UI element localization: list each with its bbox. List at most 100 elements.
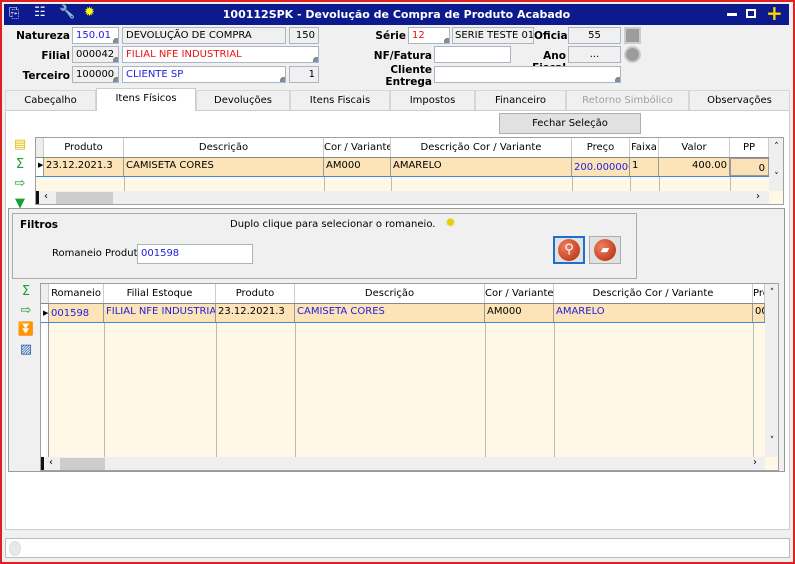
terceiro-label: Terceiro xyxy=(22,70,70,82)
cliente-entrega-label-line1: Cliente xyxy=(390,64,432,76)
tab-retorno-simbolico: Retorno Simbólico xyxy=(566,90,689,110)
serie-label: Série xyxy=(375,30,406,42)
cliente-entrega-label-line2: Entrega xyxy=(385,76,432,88)
cell-cor-variante: AM000 xyxy=(324,158,391,176)
cell-produto: 23.12.2021.3 xyxy=(216,304,295,322)
col-cor-variante[interactable]: Cor / Variante xyxy=(324,138,391,157)
tab-observacoes[interactable]: Observações xyxy=(689,90,790,110)
row-pointer-icon: ▶ xyxy=(36,158,44,176)
cell-descricao: CAMISETA CORES xyxy=(124,158,324,176)
cell-cor-variante: AM000 xyxy=(485,304,554,322)
search-icon: ⚲ xyxy=(558,239,580,261)
plus-icon[interactable]: + xyxy=(766,1,783,25)
ano-fiscal-input[interactable]: ... xyxy=(568,46,621,63)
cliente-entrega-input[interactable] xyxy=(434,66,621,83)
col-produto[interactable]: Produto xyxy=(44,138,124,157)
serie-desc: SERIE TESTE 01.1 xyxy=(452,27,534,44)
title-bar: ⎘ ☷ 🔧 ✹ 100112SPK - Devolução de Compra … xyxy=(4,1,789,25)
tab-impostos[interactable]: Impostos xyxy=(390,90,475,110)
col-preco[interactable]: Preço xyxy=(572,138,630,157)
col-descricao-cor[interactable]: Descrição Cor / Variante xyxy=(391,138,572,157)
terceiro-code-input[interactable]: 100000 xyxy=(72,66,119,83)
natureza-code-input[interactable]: 150.01 xyxy=(72,27,119,44)
col-filial-estoque[interactable]: Filial Estoque xyxy=(104,284,216,303)
filial-code-input[interactable]: 000042 xyxy=(72,46,119,63)
romaneios-grid-header: Romaneio Filial Estoque Produto Descriçã… xyxy=(41,284,765,304)
cell-descricao-cor: AMARELO xyxy=(391,158,572,176)
items-horizontal-scrollbar[interactable]: ‹ › xyxy=(36,191,769,204)
fechar-selecao-button[interactable]: Fechar Seleção xyxy=(499,113,641,134)
natureza-desc: DEVOLUÇÃO DE COMPRA xyxy=(122,27,286,44)
col-descricao-cor[interactable]: Descrição Cor / Variante xyxy=(554,284,753,303)
table-row[interactable]: ▶ 001598 FILIAL NFE INDUSTRIAL 23.12.202… xyxy=(41,304,765,323)
romaneios-grid: Romaneio Filial Estoque Produto Descriçã… xyxy=(40,283,779,471)
cell-valor: 400.00 xyxy=(659,158,730,176)
romaneio-produto-label: Romaneio Produto xyxy=(52,248,144,259)
oficial-label: Oficial xyxy=(534,30,572,42)
add-row-icon[interactable]: ▤ xyxy=(11,137,29,153)
serie-input[interactable]: 12 xyxy=(408,27,450,44)
lightbulb-icon: ✹ xyxy=(445,216,456,231)
cell-romaneio: 001598 xyxy=(49,304,104,322)
table-row[interactable]: ▶ 23.12.2021.3 CAMISETA CORES AM000 AMAR… xyxy=(36,158,769,177)
status-bar xyxy=(5,538,790,558)
col-valor[interactable]: Valor xyxy=(659,138,730,157)
terceiro-num: 1 xyxy=(289,66,319,83)
minimize-button[interactable] xyxy=(727,13,737,16)
cell-descricao-cor: AMARELO xyxy=(554,304,753,322)
sum-icon[interactable]: Σ xyxy=(11,157,29,173)
tab-devolucoes[interactable]: Devoluções xyxy=(196,90,290,110)
items-grid-header: Produto Descrição Cor / Variante Descriç… xyxy=(36,138,769,158)
eraser-icon: ▰ xyxy=(594,239,616,261)
romaneios-vertical-scrollbar[interactable]: ˄ ˅ xyxy=(765,284,778,457)
col-produto[interactable]: Produto xyxy=(216,284,295,303)
expand-down-icon[interactable]: ⏬ xyxy=(17,322,35,338)
tab-financeiro[interactable]: Financeiro xyxy=(475,90,566,110)
filters-title: Filtros xyxy=(20,219,59,231)
tab-itens-fisicos[interactable]: Itens Físicos xyxy=(96,88,196,111)
oficial-checkbox[interactable] xyxy=(624,27,641,44)
natureza-label: Natureza xyxy=(16,30,70,42)
items-grid: Produto Descrição Cor / Variante Descriç… xyxy=(35,137,784,205)
row-pointer-icon: ▶ xyxy=(41,304,49,322)
tab-itens-fiscais[interactable]: Itens Fiscais xyxy=(290,90,390,110)
cell-pp-input[interactable]: 0 xyxy=(730,158,769,176)
row-indicator-header xyxy=(36,138,44,157)
maximize-button[interactable] xyxy=(746,9,756,18)
col-cor-variante[interactable]: Cor / Variante xyxy=(485,284,554,303)
clear-button[interactable]: ▰ xyxy=(589,236,621,264)
cell-filial-estoque: FILIAL NFE INDUSTRIAL xyxy=(104,304,216,322)
cell-faixa: 1 xyxy=(630,158,659,176)
col-romaneio[interactable]: Romaneio xyxy=(49,284,104,303)
items-vertical-scrollbar[interactable]: ˄ ˅ xyxy=(769,138,783,191)
natureza-num: 150 xyxy=(289,27,319,44)
col-faixa[interactable]: Faixa xyxy=(630,138,659,157)
filial-label: Filial xyxy=(41,50,70,62)
cell-produto: 23.12.2021.3 xyxy=(44,158,124,176)
romaneios-scroll-thumb[interactable] xyxy=(60,458,105,470)
nf-fatura-input[interactable] xyxy=(434,46,511,63)
filial-desc-input[interactable]: FILIAL NFE INDUSTRIAL xyxy=(122,46,319,63)
tab-cabecalho[interactable]: Cabeçalho xyxy=(5,90,96,110)
cell-preco: 00 xyxy=(753,304,765,322)
status-indicator-icon xyxy=(9,541,21,556)
cell-descricao: CAMISETA CORES xyxy=(295,304,485,322)
sum-icon[interactable]: Σ xyxy=(17,284,35,300)
terceiro-desc-input[interactable]: CLIENTE SP xyxy=(122,66,286,83)
nf-fatura-label: NF/Fatura xyxy=(373,50,432,62)
export-icon[interactable]: ⇨ xyxy=(11,176,29,192)
col-descricao[interactable]: Descrição xyxy=(295,284,485,303)
filters-hint: Duplo clique para selecionar o romaneio. xyxy=(230,219,436,230)
romaneios-horizontal-scrollbar[interactable]: ‹ › xyxy=(41,457,765,470)
ano-fiscal-button[interactable] xyxy=(624,46,641,63)
image-icon[interactable]: ▨ xyxy=(17,342,35,358)
cell-preco: 200.000000 xyxy=(572,158,630,176)
col-pp[interactable]: PP xyxy=(730,138,769,157)
romaneio-produto-input[interactable]: 001598 xyxy=(137,244,253,264)
export-icon[interactable]: ⇨ xyxy=(17,303,35,319)
col-preco[interactable]: Pre xyxy=(753,284,765,303)
col-descricao[interactable]: Descrição xyxy=(124,138,324,157)
items-scroll-thumb[interactable] xyxy=(56,192,113,204)
search-button[interactable]: ⚲ xyxy=(553,236,585,264)
window-title: 100112SPK - Devolução de Compra de Produ… xyxy=(222,8,571,21)
